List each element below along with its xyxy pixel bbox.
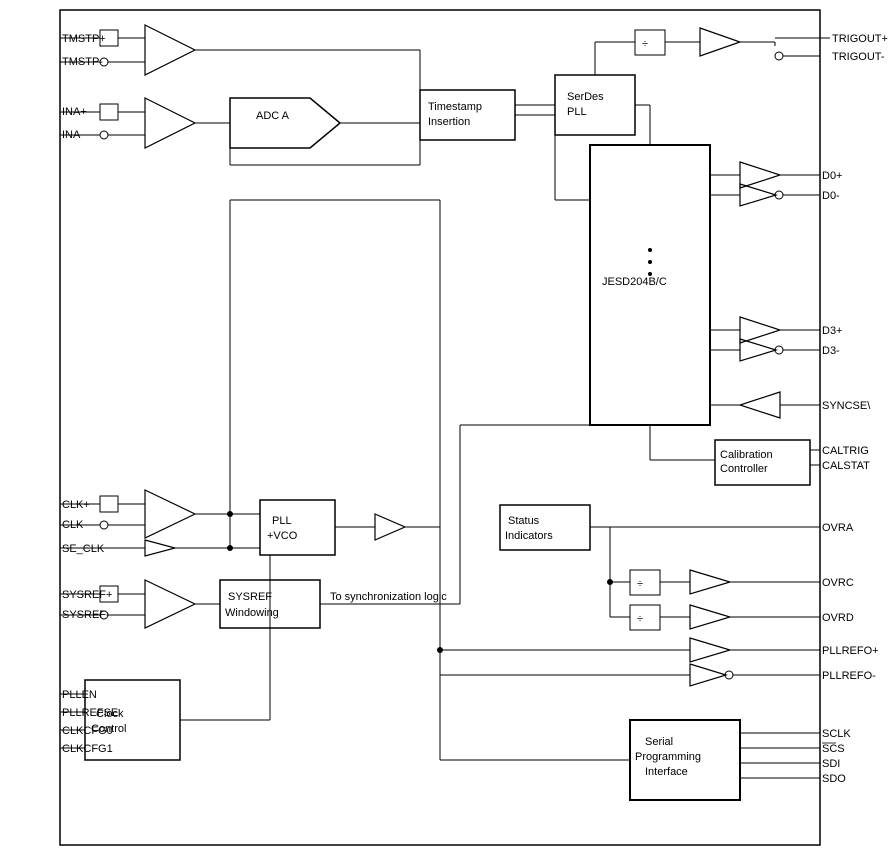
tmstp-plus-label: TMSTP+ xyxy=(62,33,106,45)
div-ovrc-label: ÷ xyxy=(637,578,643,590)
pllen-label: PLLEN xyxy=(62,689,97,701)
calstat-label: CALSTAT xyxy=(822,460,870,472)
clk-plus-label: CLK+ xyxy=(62,499,90,511)
clkcfg1-label: CLKCFG1 xyxy=(62,743,113,755)
d3-minus-label: D3- xyxy=(822,345,840,357)
cal-ctrl-label: Calibration xyxy=(720,449,773,461)
d0-minus-label: D0- xyxy=(822,190,840,202)
d3-plus-label: D3+ xyxy=(822,325,843,337)
timestamp-label2: Insertion xyxy=(428,116,470,128)
pllrefo-plus-label: PLLREFO+ xyxy=(822,645,879,657)
caltrig-label: CALTRIG xyxy=(822,445,869,457)
pll-vco-label2: +VCO xyxy=(267,530,298,542)
pllrefo-minus-label: PLLREFO- xyxy=(822,670,876,682)
spi-label2: Programming xyxy=(635,751,701,763)
adc-a-label: ADC A xyxy=(256,110,290,122)
div-top-label: ÷ xyxy=(642,38,648,50)
trigout-minus-label: TRIGOUT- xyxy=(832,51,885,63)
clock-ctrl-label: Clock xyxy=(96,708,124,720)
sdi-label: SDI xyxy=(822,758,840,770)
se-clk-label: SE_CLK xyxy=(62,543,105,555)
jesd-label: JESD204B/C xyxy=(602,276,667,288)
sysref-wind-label2: Windowing xyxy=(225,607,279,619)
scs-label: SCS xyxy=(822,743,845,755)
status-label2: Indicators xyxy=(505,530,553,542)
sclk-label: SCLK xyxy=(822,728,851,740)
cal-ctrl-label2: Controller xyxy=(720,463,768,475)
div-ovrd-label: ÷ xyxy=(637,613,643,625)
clock-ctrl-label2: Control xyxy=(91,723,126,735)
serdes-pll-label: PLL xyxy=(567,106,587,118)
sysref-plus-label: SYSREF+ xyxy=(62,589,112,601)
trigout-plus-label: TRIGOUT+ xyxy=(832,33,888,45)
pll-vco-label: PLL xyxy=(272,515,292,527)
sync-logic-label: To synchronization logic xyxy=(330,591,447,603)
ovra-label: OVRA xyxy=(822,522,854,534)
timestamp-label: Timestamp xyxy=(428,101,482,113)
spi-label3: Interface xyxy=(645,766,688,778)
serdes-label: SerDes xyxy=(567,91,604,103)
ovrd-label: OVRD xyxy=(822,612,854,624)
d0-plus-label: D0+ xyxy=(822,170,843,182)
diagram-container: TMSTP+ TMSTP- INA+ INA- ADC A Timestamp … xyxy=(0,0,890,860)
sysref-wind-label: SYSREF xyxy=(228,591,272,603)
syncse-label: SYNCSE\ xyxy=(822,400,871,412)
sdo-label: SDO xyxy=(822,773,846,785)
ovrc-label: OVRC xyxy=(822,577,854,589)
status-label: Status xyxy=(508,515,540,527)
spi-label: Serial xyxy=(645,736,673,748)
